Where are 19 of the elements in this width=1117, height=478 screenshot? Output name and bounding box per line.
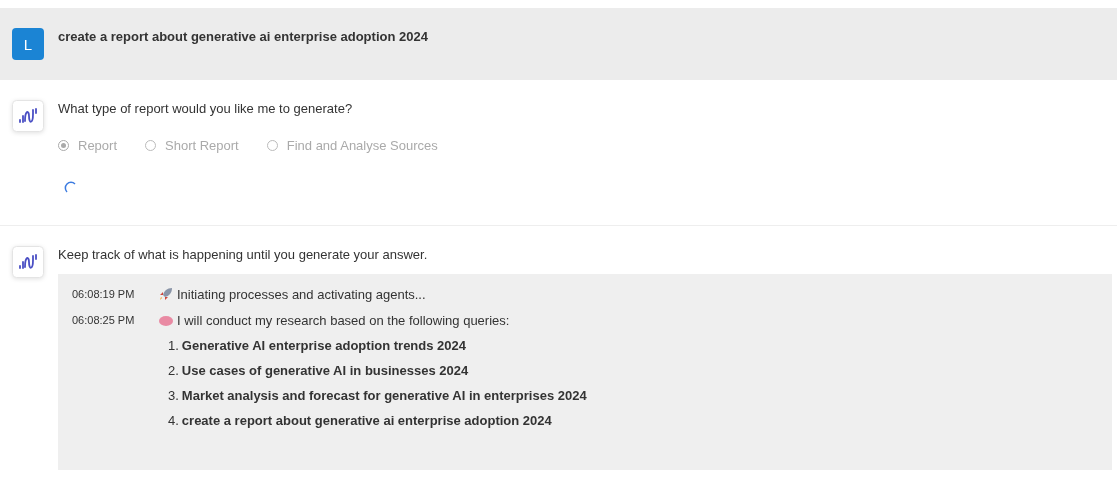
- user-avatar: L: [12, 28, 44, 60]
- bot-logo-icon: [12, 100, 44, 132]
- query-text: Generative AI enterprise adoption trends 2024: [181, 338, 466, 355]
- query-text: Use cases of generative AI in businesses 2024: [181, 363, 469, 380]
- log-message: I will conduct my research based on the following queries:: [177, 312, 510, 328]
- timestamp: 06:08:19 PM: [72, 288, 136, 302]
- bot-message-text: What type of report would you like me to generate?: [58, 101, 354, 116]
- user-message-text: create a report about generative ai enterprise adoption 2024: [58, 29, 428, 44]
- query-text: Market analysis and forecast for generative AI in enterprises 2024: [181, 388, 587, 405]
- list-number: 3.: [168, 388, 179, 405]
- list-number: 1.: [168, 338, 179, 355]
- query-text: create a report about generative ai enterprise adoption 2024: [181, 413, 552, 430]
- rocket-icon: [158, 286, 174, 302]
- log-message: Initiating processes and activating agents...: [177, 286, 426, 302]
- bot-message-text: Keep track of what is happening until you generate your answer.: [58, 247, 429, 262]
- bot-logo-icon: [12, 246, 44, 278]
- list-number: 4.: [168, 413, 179, 430]
- timestamp: 06:08:25 PM: [72, 314, 136, 328]
- list-number: 2.: [168, 363, 179, 380]
